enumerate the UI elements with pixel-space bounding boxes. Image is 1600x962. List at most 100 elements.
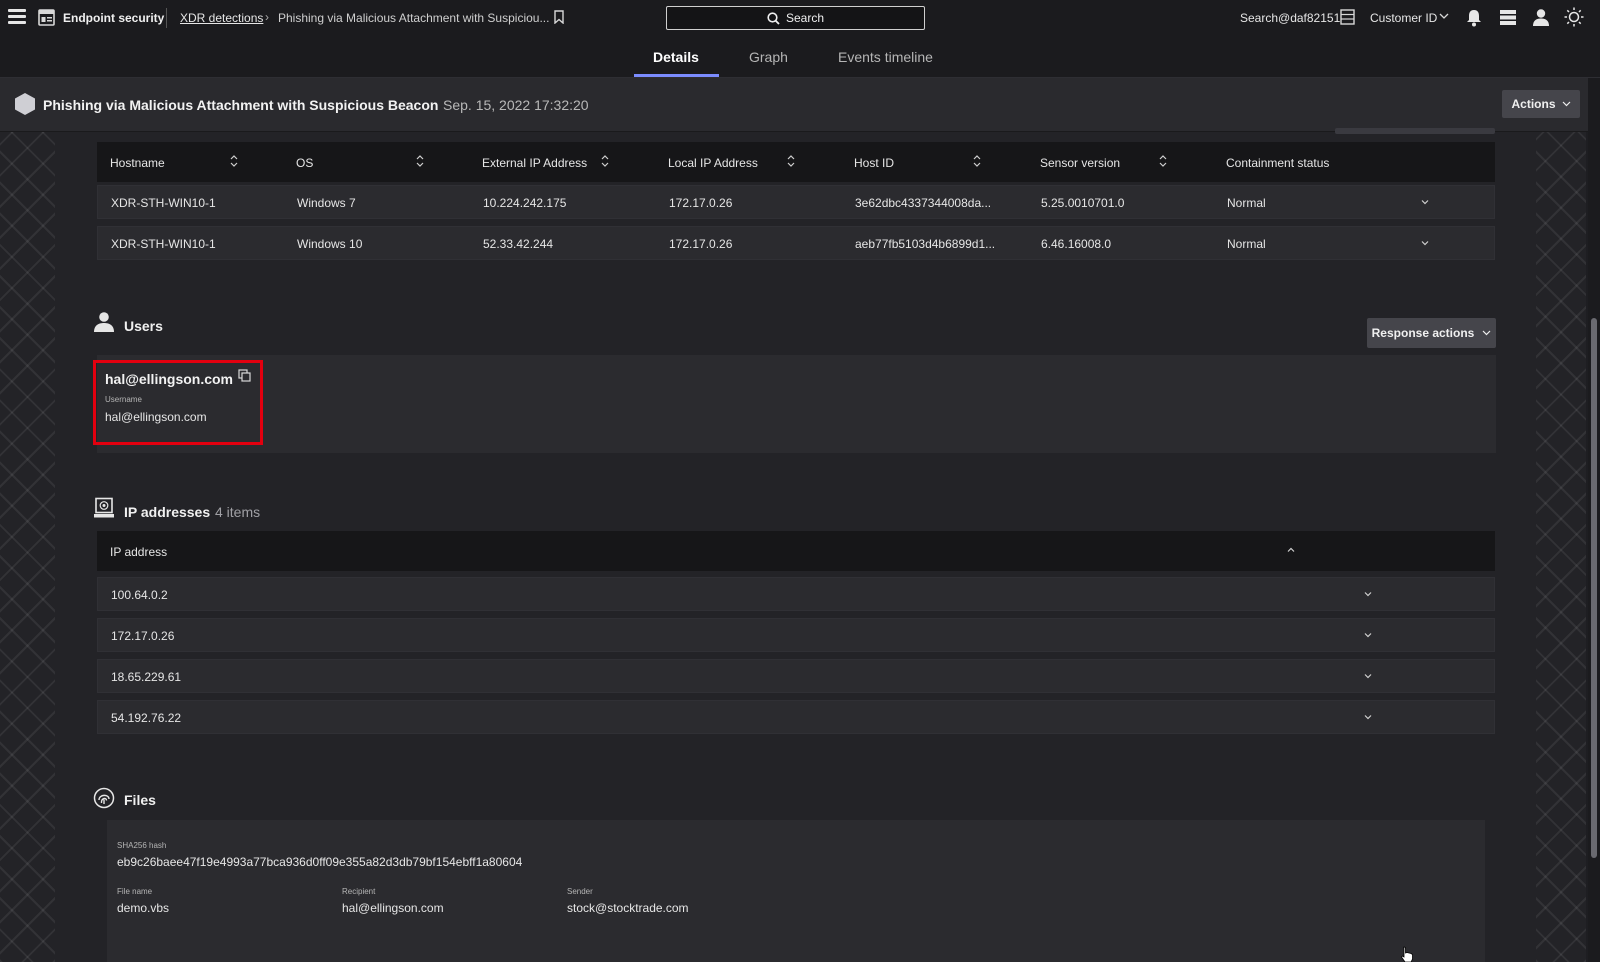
cell-external-ip: 52.33.42.244 [483, 237, 554, 251]
tab-graph[interactable]: Graph [749, 49, 788, 65]
list-item[interactable]: 172.17.0.26 [97, 618, 1495, 652]
list-item[interactable]: 18.65.229.61 [97, 659, 1495, 693]
hand-cursor-icon [1400, 946, 1413, 962]
actions-label: Actions [1511, 97, 1556, 111]
column-header-containment-status: Containment status [1226, 156, 1330, 170]
column-header-ip-address[interactable]: IP address [110, 545, 167, 559]
fingerprint-icon [93, 787, 115, 809]
username-label: Username [105, 395, 142, 404]
list-item[interactable]: 100.64.0.2 [97, 577, 1495, 611]
ip-addresses-section-title: IP addresses [124, 504, 211, 520]
detail-content: Hostname OS External IP Address Local IP… [55, 128, 1536, 962]
hexagon-icon [15, 93, 35, 115]
cell-os: Windows 10 [297, 237, 363, 251]
customer-id-dropdown[interactable]: Customer ID [1370, 11, 1437, 25]
page-scrollbar[interactable] [1588, 78, 1600, 962]
recipient-value: hal@ellingson.com [342, 901, 444, 915]
user-profile-icon[interactable] [1532, 8, 1550, 27]
chevron-up-icon[interactable] [1286, 545, 1296, 555]
theme-toggle-icon[interactable] [1564, 7, 1584, 27]
file-name-value: demo.vbs [117, 901, 170, 915]
scrollbar-thumb[interactable] [1591, 318, 1597, 858]
files-section-title: Files [124, 792, 156, 808]
endpoint-security-icon [38, 9, 55, 26]
sha256-value: eb9c26baee47f19e4993a77bca936d0ff09e355a… [117, 855, 523, 869]
cell-host-id: 3e62dbc4337344008da... [855, 196, 992, 210]
search-button[interactable]: Search [666, 6, 925, 30]
column-header-sensor-version[interactable]: Sensor version [1040, 156, 1120, 170]
breadcrumb-xdr-detections[interactable]: XDR detections [180, 11, 263, 25]
user-card [97, 355, 1496, 453]
layers-icon[interactable] [1499, 9, 1517, 26]
tab-events-timeline[interactable]: Events timeline [838, 49, 933, 65]
username-value: hal@ellingson.com [105, 410, 207, 424]
background-pattern [0, 132, 55, 962]
sort-icon[interactable] [600, 154, 610, 168]
sort-icon[interactable] [229, 154, 239, 168]
chevron-down-icon [1562, 101, 1570, 107]
chevron-down-icon[interactable] [1363, 671, 1373, 681]
cell-containment-status: Normal [1227, 196, 1266, 210]
copy-icon[interactable] [238, 369, 251, 382]
chevron-down-icon[interactable] [1420, 197, 1430, 207]
user-account-label[interactable]: Search@daf82151 [1240, 11, 1340, 25]
breadcrumb-current: Phishing via Malicious Attachment with S… [278, 11, 550, 25]
ip-addresses-count: 4 items [215, 504, 261, 520]
cell-sensor-version: 6.46.16008.0 [1041, 237, 1112, 251]
column-header-os[interactable]: OS [296, 156, 313, 170]
ip-table-header: IP address [97, 531, 1495, 571]
response-actions-label: Response actions [1371, 326, 1475, 340]
search-icon [767, 11, 780, 25]
table-row[interactable]: XDR-STH-WIN10-1 Windows 7 10.224.242.175… [97, 185, 1495, 219]
cell-hostname: XDR-STH-WIN10-1 [111, 196, 216, 210]
user-icon [94, 312, 114, 332]
cell-external-ip: 10.224.242.175 [483, 196, 567, 210]
cell-containment-status: Normal [1227, 237, 1266, 251]
cell-local-ip: 172.17.0.26 [669, 237, 733, 251]
detection-timestamp: Sep. 15, 2022 17:32:20 [443, 97, 589, 113]
chevron-down-icon[interactable] [1363, 712, 1373, 722]
divider [166, 8, 167, 28]
user-name: hal@ellingson.com [105, 371, 234, 387]
cell-sensor-version: 5.25.0010701.0 [1041, 196, 1125, 210]
detail-tabs: Details Graph Events timeline [0, 36, 1600, 78]
bookmark-icon[interactable] [553, 10, 565, 24]
users-section-title: Users [124, 318, 163, 334]
search-label: Search [785, 11, 825, 25]
sort-icon[interactable] [1158, 154, 1168, 168]
ip-address-value: 18.65.229.61 [111, 670, 182, 684]
list-item[interactable]: 54.192.76.22 [97, 700, 1495, 734]
network-icon [94, 497, 114, 518]
column-header-hostname[interactable]: Hostname [110, 156, 165, 170]
ip-address-value: 100.64.0.2 [111, 588, 168, 602]
actions-button[interactable]: Actions [1502, 90, 1580, 118]
response-actions-button[interactable]: Response actions [1367, 318, 1496, 348]
sort-icon[interactable] [415, 154, 425, 168]
bell-icon[interactable] [1465, 8, 1483, 27]
file-name-label: File name [117, 887, 153, 896]
sort-icon[interactable] [972, 154, 982, 168]
detection-header: Phishing via Malicious Attachment with S… [0, 78, 1588, 132]
hosts-table-header: Hostname OS External IP Address Local IP… [97, 142, 1495, 182]
column-header-host-id[interactable]: Host ID [854, 156, 894, 170]
cell-host-id: aeb77fb5103d4b6899d1... [855, 237, 996, 251]
chevron-down-icon[interactable] [1439, 10, 1449, 22]
column-header-external-ip[interactable]: External IP Address [482, 156, 587, 170]
tab-details[interactable]: Details [653, 49, 699, 65]
background-pattern [1536, 132, 1586, 962]
table-row[interactable]: XDR-STH-WIN10-1 Windows 10 52.33.42.244 … [97, 226, 1495, 260]
sha256-label: SHA256 hash [117, 841, 167, 850]
chevron-down-icon[interactable] [1363, 589, 1373, 599]
cell-os: Windows 7 [297, 196, 356, 210]
menu-icon[interactable] [8, 9, 26, 25]
chevron-down-icon[interactable] [1420, 238, 1430, 248]
sort-icon[interactable] [786, 154, 796, 168]
database-icon[interactable] [1340, 9, 1355, 25]
column-header-local-ip[interactable]: Local IP Address [668, 156, 758, 170]
cell-hostname: XDR-STH-WIN10-1 [111, 237, 216, 251]
sender-value: stock@stocktrade.com [567, 901, 689, 915]
previous-section-edge [1335, 128, 1495, 134]
ip-address-value: 172.17.0.26 [111, 629, 175, 643]
chevron-down-icon[interactable] [1363, 630, 1373, 640]
active-tab-indicator [634, 74, 719, 77]
